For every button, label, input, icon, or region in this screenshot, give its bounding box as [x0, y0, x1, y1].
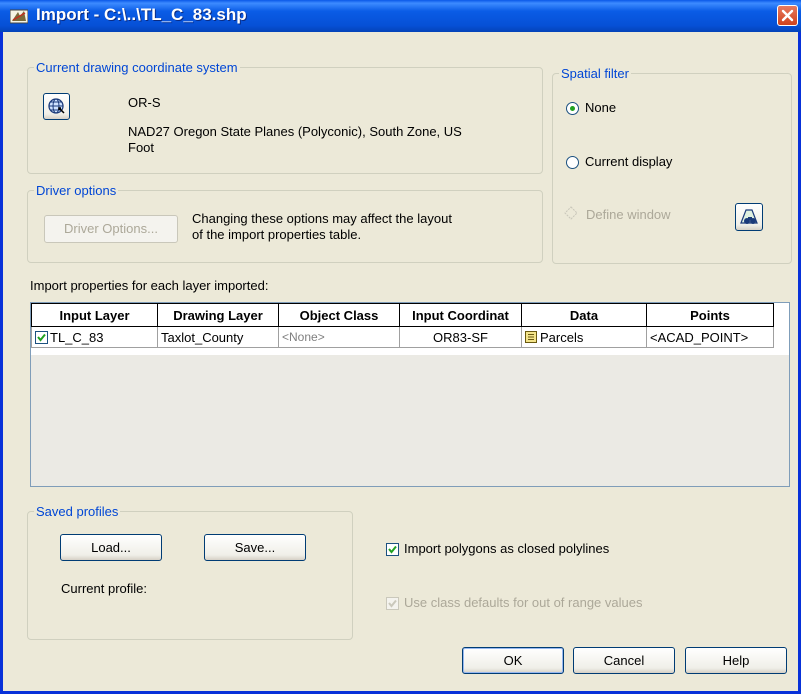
- coordinate-system-code: OR-S: [128, 95, 161, 110]
- define-window-icon: [564, 206, 578, 220]
- radio-selected-dot: [570, 106, 575, 111]
- current-profile-label: Current profile:: [61, 581, 147, 596]
- save-profile-button[interactable]: Save...: [204, 534, 306, 561]
- define-window-button[interactable]: [735, 203, 763, 231]
- data-cell[interactable]: Parcels: [521, 326, 647, 348]
- column-header-drawing-layer[interactable]: Drawing Layer: [157, 303, 279, 327]
- spatial-none-label[interactable]: None: [585, 100, 616, 115]
- points-cell[interactable]: <ACAD_POINT>: [646, 326, 774, 348]
- table-empty-area: [31, 355, 789, 486]
- spatial-none-radio[interactable]: [566, 102, 579, 115]
- spatial-current-display-label[interactable]: Current display: [585, 154, 672, 169]
- spatial-current-display-radio[interactable]: [566, 156, 579, 169]
- title-bar[interactable]: Import - C:\..\TL_C_83.shp: [0, 0, 801, 32]
- column-header-input-coordinate[interactable]: Input Coordinat: [399, 303, 522, 327]
- coordinate-system-description-line1: NAD27 Oregon State Planes (Polyconic), S…: [128, 124, 462, 139]
- checkmark-icon: [388, 545, 397, 554]
- coordinate-system-legend: Current drawing coordinate system: [36, 60, 238, 75]
- help-button[interactable]: Help: [685, 647, 787, 674]
- import-polygons-label[interactable]: Import polygons as closed polylines: [404, 541, 609, 556]
- import-polygons-checkbox[interactable]: [386, 543, 399, 556]
- binoculars-map-icon: [740, 209, 758, 224]
- ok-button[interactable]: OK: [462, 647, 564, 674]
- import-properties-label: Import properties for each layer importe…: [30, 278, 269, 293]
- globe-icon: [48, 98, 65, 114]
- drawing-layer-cell[interactable]: Taxlot_County: [157, 326, 279, 348]
- driver-options-note-line2: of the import properties table.: [192, 227, 362, 242]
- column-header-object-class[interactable]: Object Class: [278, 303, 400, 327]
- cancel-button[interactable]: Cancel: [573, 647, 675, 674]
- layer-import-checkbox[interactable]: [35, 330, 48, 344]
- column-header-data[interactable]: Data: [521, 303, 647, 327]
- class-defaults-label: Use class defaults for out of range valu…: [404, 595, 643, 610]
- column-header-input-layer[interactable]: Input Layer: [31, 303, 158, 327]
- coordinate-system-description-line2: Foot: [128, 140, 155, 155]
- column-header-points[interactable]: Points: [646, 303, 774, 327]
- close-button[interactable]: [777, 5, 798, 26]
- window-title: Import - C:\..\TL_C_83.shp: [36, 5, 247, 24]
- saved-profiles-group: Saved profiles: [27, 504, 353, 640]
- import-properties-table: Input Layer Drawing Layer Object Class I…: [30, 302, 790, 487]
- input-coordinate-cell[interactable]: OR83-SF: [399, 326, 522, 348]
- data-value: Parcels: [540, 329, 584, 345]
- driver-options-button[interactable]: Driver Options...: [44, 215, 178, 243]
- checkmark-icon: [388, 599, 397, 608]
- import-dialog: Import - C:\..\TL_C_83.shp Current drawi…: [0, 0, 801, 694]
- import-properties-grid: Input Layer Drawing Layer Object Class I…: [31, 303, 774, 348]
- object-class-cell[interactable]: <None>: [278, 326, 400, 348]
- coordinate-system-group: Current drawing coordinate system: [27, 60, 543, 174]
- table-data-icon: [525, 330, 537, 343]
- define-window-label: Define window: [586, 207, 671, 222]
- close-icon: [781, 9, 794, 22]
- driver-options-note-line1: Changing these options may affect the la…: [192, 211, 452, 226]
- driver-options-legend: Driver options: [36, 183, 117, 198]
- coordinate-system-button[interactable]: [43, 93, 70, 120]
- checkmark-icon: [37, 333, 46, 342]
- class-defaults-checkbox[interactable]: [386, 597, 399, 610]
- load-profile-button[interactable]: Load...: [60, 534, 162, 561]
- table-row[interactable]: TL_C_83 Taxlot_County <None> OR83-SF Par…: [31, 326, 774, 348]
- spatial-filter-legend: Spatial filter: [561, 66, 629, 81]
- autocad-map-icon: [10, 9, 28, 24]
- saved-profiles-legend: Saved profiles: [36, 504, 119, 519]
- input-layer-cell[interactable]: TL_C_83: [31, 326, 158, 348]
- input-layer-value: TL_C_83: [50, 329, 104, 345]
- table-header-row: Input Layer Drawing Layer Object Class I…: [31, 303, 774, 327]
